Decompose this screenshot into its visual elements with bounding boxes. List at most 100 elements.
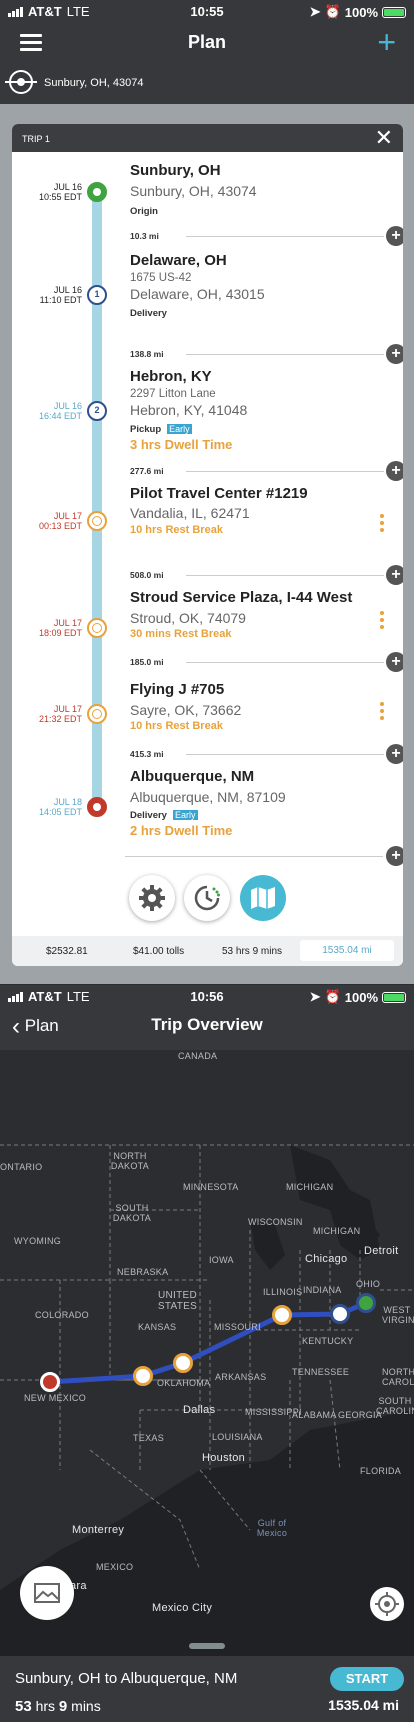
map-label-iowa: IOWA (209, 1255, 234, 1265)
trip-cost: $2532.81 (46, 946, 88, 957)
current-location-row[interactable]: Sunbury, OH, 43074 (0, 66, 414, 98)
stop-time: JUL 16 16:44 EDT (38, 401, 82, 421)
map-label-kansas: KANSAS (138, 1322, 177, 1332)
map-label-louisiana: LOUISIANA (212, 1432, 263, 1442)
map-label-michigan-lower: MICHIGAN (313, 1226, 361, 1236)
divider (186, 354, 384, 355)
map-label-dallas: Dallas (183, 1404, 216, 1416)
rest-break: 10 hrs Rest Break (130, 720, 223, 732)
map-label-michigan: MICHIGAN (286, 1182, 334, 1192)
leg-distance: 415.3 mi (130, 749, 164, 759)
stop-address: Hebron, KY, 41048 (130, 402, 248, 418)
map-label-texas: TEXAS (133, 1433, 165, 1443)
origin-marker-icon (87, 182, 107, 202)
stop-time: JUL 17 18:09 EDT (38, 618, 82, 638)
stop-address: Sunbury, OH, 43074 (130, 183, 257, 199)
stop-name[interactable]: Hebron, KY (130, 368, 212, 385)
leg-distance: 138.8 mi (130, 349, 164, 359)
early-badge: Early (167, 424, 192, 434)
crosshair-icon[interactable] (5, 70, 37, 94)
stop-time: JUL 17 00:13 EDT (38, 511, 82, 531)
schedule-button[interactable] (184, 875, 230, 921)
map-label-monterrey: Monterrey (72, 1524, 125, 1536)
more-options-icon[interactable] (380, 611, 386, 632)
battery-icon (382, 6, 406, 18)
stop-name[interactable]: Delaware, OH (130, 252, 227, 269)
rest-clock-icon[interactable] (272, 1305, 292, 1325)
more-options-icon[interactable] (380, 514, 386, 535)
start-button[interactable]: START (330, 1667, 404, 1691)
add-stop-button[interactable]: + (386, 565, 403, 585)
route-title: Sunbury, OH to Albuquerque, NM (15, 1670, 238, 1687)
crosshair-icon (375, 1592, 399, 1616)
add-trip-button[interactable]: + (377, 26, 396, 58)
origin-marker-icon[interactable] (356, 1293, 376, 1313)
stop-address: Albuquerque, NM, 87109 (130, 789, 286, 805)
leg-distance: 508.0 mi (130, 570, 164, 580)
battery-percent: 100% (344, 989, 378, 1005)
map-label-nebraska: NEBRASKA (117, 1267, 169, 1277)
stop-address: Delaware, OH, 43015 (130, 286, 265, 302)
overview-header: AT&T LTE 10:56 ➤ ⏰ 100% ‹ Plan Trip Over… (0, 985, 414, 1050)
stop-name[interactable]: Pilot Travel Center #1219 (130, 485, 308, 502)
stop-name[interactable]: Stroud Service Plaza, I-44 West (130, 589, 352, 606)
add-stop-button[interactable]: + (386, 461, 403, 481)
add-stop-button[interactable]: + (386, 344, 403, 364)
map-label-minnesota: MINNESOTA (183, 1182, 239, 1192)
map-button[interactable] (240, 875, 286, 921)
page-title: Trip Overview (151, 1015, 263, 1034)
stop-type: Delivery Early (130, 810, 198, 821)
trip-miles: 1535.04 mi (300, 940, 394, 961)
stop-number-icon: 2 (87, 401, 107, 421)
trip-overview-sheet: Sunbury, OH to Albuquerque, NM 53 hrs 9 … (0, 1656, 414, 1722)
map-label-florida: FLORIDA (360, 1466, 402, 1476)
rest-break: 30 mins Rest Break (130, 628, 232, 640)
stop-address: Sayre, OK, 73662 (130, 702, 242, 718)
map-label-oklahoma: OKLAHOMA (157, 1378, 211, 1388)
rest-clock-icon (87, 704, 107, 724)
map-style-button[interactable] (20, 1566, 74, 1620)
dwell-time: 3 hrs Dwell Time (130, 437, 233, 452)
destination-marker-icon[interactable] (40, 1372, 60, 1392)
stop-number-icon[interactable] (330, 1304, 350, 1324)
rest-clock-icon (87, 618, 107, 638)
stop-type: Pickup Early (130, 424, 192, 435)
close-icon[interactable]: ✕ (375, 127, 393, 149)
stop-name[interactable]: Albuquerque, NM (130, 768, 254, 785)
recenter-button[interactable] (370, 1587, 404, 1621)
rest-clock-icon[interactable] (133, 1366, 153, 1386)
status-bar: AT&T LTE 10:56 ➤ ⏰ 100% (0, 985, 414, 1007)
stop-name[interactable]: Sunbury, OH (130, 162, 221, 179)
add-stop-button[interactable]: + (386, 846, 403, 866)
image-icon (34, 1583, 60, 1603)
map-label-kentucky: KENTUCKY (302, 1336, 354, 1346)
rest-clock-icon[interactable] (173, 1353, 193, 1373)
trip-duration: 53 hrs 9 mins (222, 946, 283, 957)
trip-card: TRIP 1 ✕ JUL 16 10:55 EDT Sunbury, OH Sun… (12, 124, 403, 966)
more-options-icon[interactable] (380, 702, 386, 723)
map-label-ohio: OHIO (356, 1279, 381, 1289)
add-stop-button[interactable]: + (386, 652, 403, 672)
stop-time: JUL 16 11:10 EDT (39, 285, 82, 305)
add-stop-button[interactable]: + (386, 744, 403, 764)
map-label-detroit: Detroit (364, 1245, 399, 1257)
page-title: Plan (187, 32, 226, 52)
map-label-north-dakota: NORTH DAKOTA (110, 1151, 150, 1171)
nav-bar: Plan + (0, 22, 414, 62)
plan-header: AT&T LTE 10:55 ➤ ⏰ 100% Plan + Sunbury, … (0, 0, 414, 104)
map-icon (251, 887, 275, 909)
trip-card-header: TRIP 1 ✕ (12, 124, 403, 152)
leg-distance: 185.0 mi (130, 657, 164, 667)
sheet-drag-handle[interactable] (189, 1643, 225, 1649)
stop-time: JUL 17 21:32 EDT (38, 704, 82, 724)
stop-name[interactable]: Flying J #705 (130, 681, 224, 698)
map-label-chicago: Chicago (305, 1253, 348, 1265)
stop-time: JUL 18 14:05 EDT (38, 797, 82, 817)
map-label-south-dakota: SOUTH DAKOTA (112, 1203, 152, 1223)
trip-label: TRIP 1 (22, 134, 50, 144)
route-map[interactable]: CANADA ONTARIO NORTH DAKOTA MINNESOTA MI… (0, 1050, 414, 1656)
add-stop-button[interactable]: + (386, 226, 403, 246)
settings-button[interactable] (129, 875, 175, 921)
battery-icon (382, 991, 406, 1003)
map-label-new-mexico: NEW MEXICO (24, 1393, 87, 1403)
